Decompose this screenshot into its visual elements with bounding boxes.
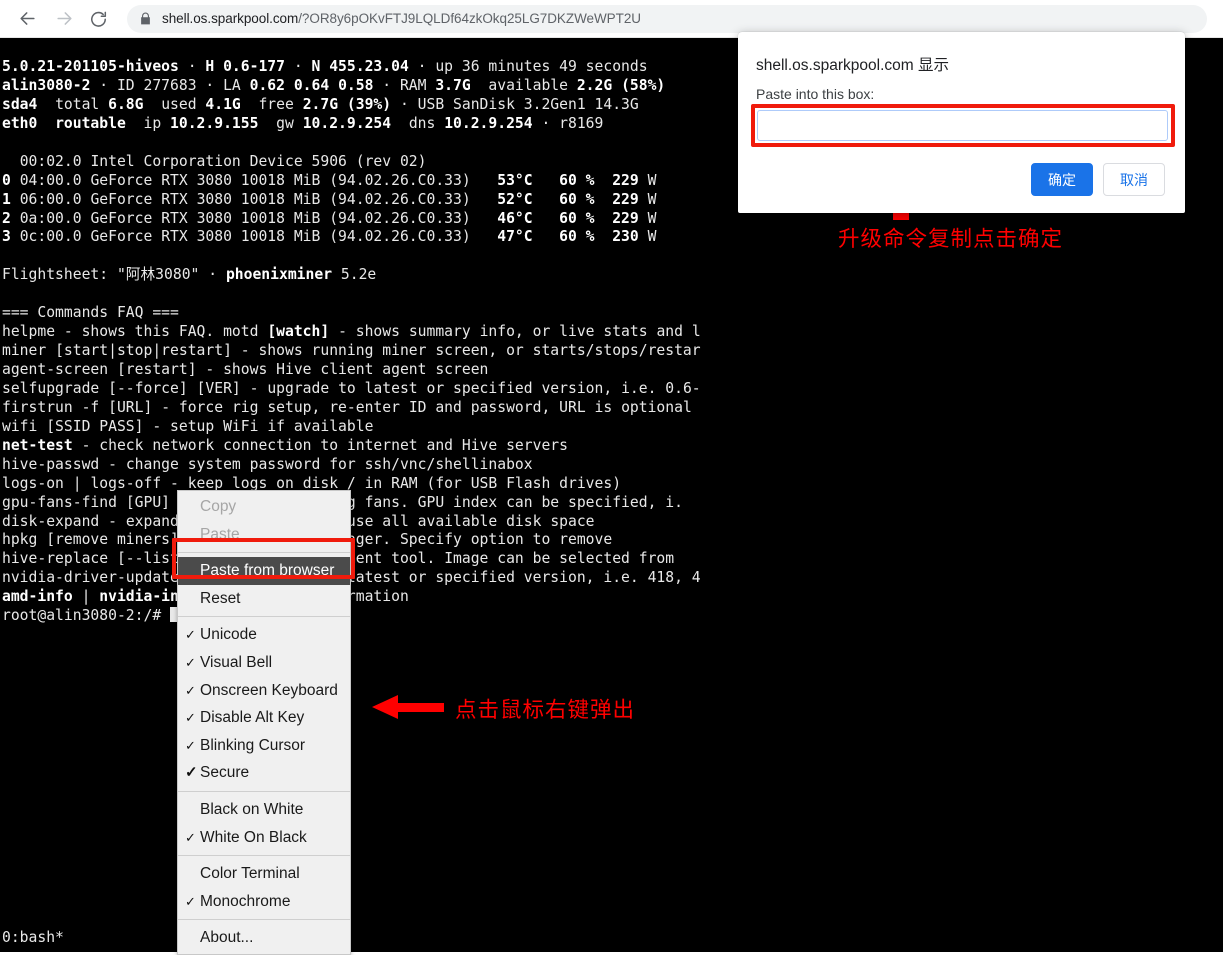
menu-item-label: About...	[200, 924, 253, 952]
checkmark-icon: ✓	[185, 732, 200, 760]
terminal-line: hive-passwd - change system password for…	[2, 456, 701, 475]
checkmark-placeholder-icon: ·	[185, 860, 200, 888]
terminal-line: alin3080-2 · ID 277683 · LA 0.62 0.64 0.…	[2, 77, 701, 96]
menu-item-label: Blinking Cursor	[200, 732, 305, 760]
checkmark-placeholder-icon: ·	[185, 585, 200, 613]
terminal-line: 0 04:00.0 GeForce RTX 3080 10018 MiB (94…	[2, 172, 701, 191]
terminal-line	[2, 285, 701, 304]
terminal-line: miner [start|stop|restart] - shows runni…	[2, 342, 701, 361]
menu-separator	[178, 919, 350, 920]
cancel-button[interactable]: 取消	[1103, 163, 1165, 196]
menu-item-label: Onscreen Keyboard	[200, 677, 338, 705]
terminal-line: Flightsheet: "阿林3080" · phoenixminer 5.2…	[2, 266, 701, 285]
terminal-line: === Commands FAQ ===	[2, 304, 701, 323]
terminal-line: 00:02.0 Intel Corporation Device 5906 (r…	[2, 153, 701, 172]
terminal-line: hive-replace [--list] - Hive OS replacem…	[2, 550, 701, 569]
terminal-line: agent-screen [restart] - shows Hive clie…	[2, 361, 701, 380]
terminal-line: 1 06:00.0 GeForce RTX 3080 10018 MiB (94…	[2, 191, 701, 210]
menu-separator	[178, 552, 350, 553]
terminal-line: sda4 total 6.8G used 4.1G free 2.7G (39%…	[2, 96, 701, 115]
menu-item-blinking-cursor[interactable]: ✓Blinking Cursor	[178, 732, 350, 760]
checkmark-icon: ✓	[185, 888, 200, 916]
terminal-line: logs-on | logs-off - keep logs on disk /…	[2, 475, 701, 494]
menu-separator	[178, 616, 350, 617]
menu-item-visual-bell[interactable]: ✓Visual Bell	[178, 649, 350, 677]
menu-item-label: White On Black	[200, 824, 307, 852]
terminal-line: disk-expand - expand disk partition to u…	[2, 513, 701, 532]
annotation-menu-note: 点击鼠标右键弹出	[455, 693, 635, 724]
checkmark-placeholder-icon: ·	[185, 924, 200, 952]
terminal-line: 3 0c:00.0 GeForce RTX 3080 10018 MiB (94…	[2, 228, 701, 247]
menu-item-label: Black on White	[200, 796, 303, 824]
checkmark-placeholder-icon: ·	[185, 557, 200, 585]
checkmark-placeholder-icon: ·	[185, 521, 200, 549]
menu-item-label: Disable Alt Key	[200, 704, 304, 732]
checkmark-icon: ✓	[185, 759, 200, 787]
terminal-line: gpu-fans-find [GPU] - blinks by spinning…	[2, 494, 701, 513]
checkmark-icon: ✓	[185, 677, 200, 705]
dialog-prompt-label: Paste into this box:	[756, 86, 874, 102]
terminal-output: 5.0.21-201105-hiveos · H 0.6-177 · N 455…	[2, 58, 701, 626]
menu-item-label: Copy	[200, 493, 236, 521]
menu-item-monochrome[interactable]: ✓Monochrome	[178, 888, 350, 916]
checkmark-icon: ✓	[185, 704, 200, 732]
terminal-line: selfupgrade [--force] [VER] - upgrade to…	[2, 380, 701, 399]
forward-icon[interactable]	[49, 4, 79, 34]
menu-item-label: Reset	[200, 585, 241, 613]
terminal-line: root@alin3080-2:/#	[2, 607, 701, 626]
menu-item-white-on-black[interactable]: ✓White On Black	[178, 824, 350, 852]
annotation-arrow-left-icon	[372, 694, 444, 720]
menu-item-label: Secure	[200, 759, 249, 787]
terminal-line: net-test - check network connection to i…	[2, 437, 701, 456]
reload-icon[interactable]	[83, 4, 113, 34]
menu-item-label: Color Terminal	[200, 860, 300, 888]
menu-item-paste: ·Paste	[178, 521, 350, 549]
menu-item-color-terminal[interactable]: ·Color Terminal	[178, 860, 350, 888]
terminal-line	[2, 247, 701, 266]
menu-separator	[178, 855, 350, 856]
menu-item-copy: ·Copy	[178, 493, 350, 521]
address-bar[interactable]: shell.os.sparkpool.com/?OR8y6pOKvFTJ9LQL…	[127, 5, 1207, 33]
menu-item-unicode[interactable]: ✓Unicode	[178, 621, 350, 649]
menu-separator	[178, 791, 350, 792]
terminal-line: wifi [SSID PASS] - setup WiFi if availab…	[2, 418, 701, 437]
menu-item-reset[interactable]: ·Reset	[178, 585, 350, 613]
menu-item-label: Paste from browser	[200, 557, 334, 585]
checkmark-icon: ✓	[185, 621, 200, 649]
terminal-line: 2 0a:00.0 GeForce RTX 3080 10018 MiB (94…	[2, 210, 701, 229]
terminal-context-menu[interactable]: ·Copy·Paste·Paste from browser·Reset✓Uni…	[177, 490, 351, 955]
ok-button[interactable]: 确定	[1031, 163, 1093, 196]
checkmark-placeholder-icon: ·	[185, 796, 200, 824]
menu-item-label: Visual Bell	[200, 649, 272, 677]
terminal-line: nvidia-driver-update [VER] - update to l…	[2, 569, 701, 588]
lock-icon	[139, 12, 152, 26]
checkmark-icon: ✓	[185, 824, 200, 852]
terminal-line: hpkg [remove miners] - Hive package mana…	[2, 531, 701, 550]
menu-item-label: Unicode	[200, 621, 257, 649]
menu-item-paste-from-browser[interactable]: ·Paste from browser	[178, 557, 350, 585]
menu-item-onscreen-keyboard[interactable]: ✓Onscreen Keyboard	[178, 677, 350, 705]
menu-item-label: Monochrome	[200, 888, 290, 916]
terminal-line: 5.0.21-201105-hiveos · H 0.6-177 · N 455…	[2, 58, 701, 77]
javascript-prompt-dialog: shell.os.sparkpool.com 显示 Paste into thi…	[738, 32, 1185, 213]
back-icon[interactable]	[12, 4, 42, 34]
terminal-line: firstrun -f [URL] - force rig setup, re-…	[2, 399, 701, 418]
menu-item-secure[interactable]: ✓Secure	[178, 759, 350, 787]
annotation-dialog-note: 升级命令复制点击确定	[838, 222, 1063, 253]
checkmark-placeholder-icon: ·	[185, 493, 200, 521]
menu-item-disable-alt-key[interactable]: ✓Disable Alt Key	[178, 704, 350, 732]
paste-input[interactable]	[757, 110, 1168, 141]
menu-item-label: Paste	[200, 521, 240, 549]
dialog-title: shell.os.sparkpool.com 显示	[756, 53, 949, 75]
terminal-status-bar: 0:bash*	[2, 929, 64, 946]
checkmark-icon: ✓	[185, 649, 200, 677]
terminal-line	[2, 134, 701, 153]
menu-item-black-on-white[interactable]: ·Black on White	[178, 796, 350, 824]
terminal-line: eth0 routable ip 10.2.9.155 gw 10.2.9.25…	[2, 115, 701, 134]
terminal-line: helpme - shows this FAQ. motd [watch] - …	[2, 323, 701, 342]
menu-item-about[interactable]: ·About...	[178, 924, 350, 952]
address-bar-url: shell.os.sparkpool.com/?OR8y6pOKvFTJ9LQL…	[162, 11, 641, 26]
terminal-line: amd-info | nvidia-info - shows GPU infor…	[2, 588, 701, 607]
